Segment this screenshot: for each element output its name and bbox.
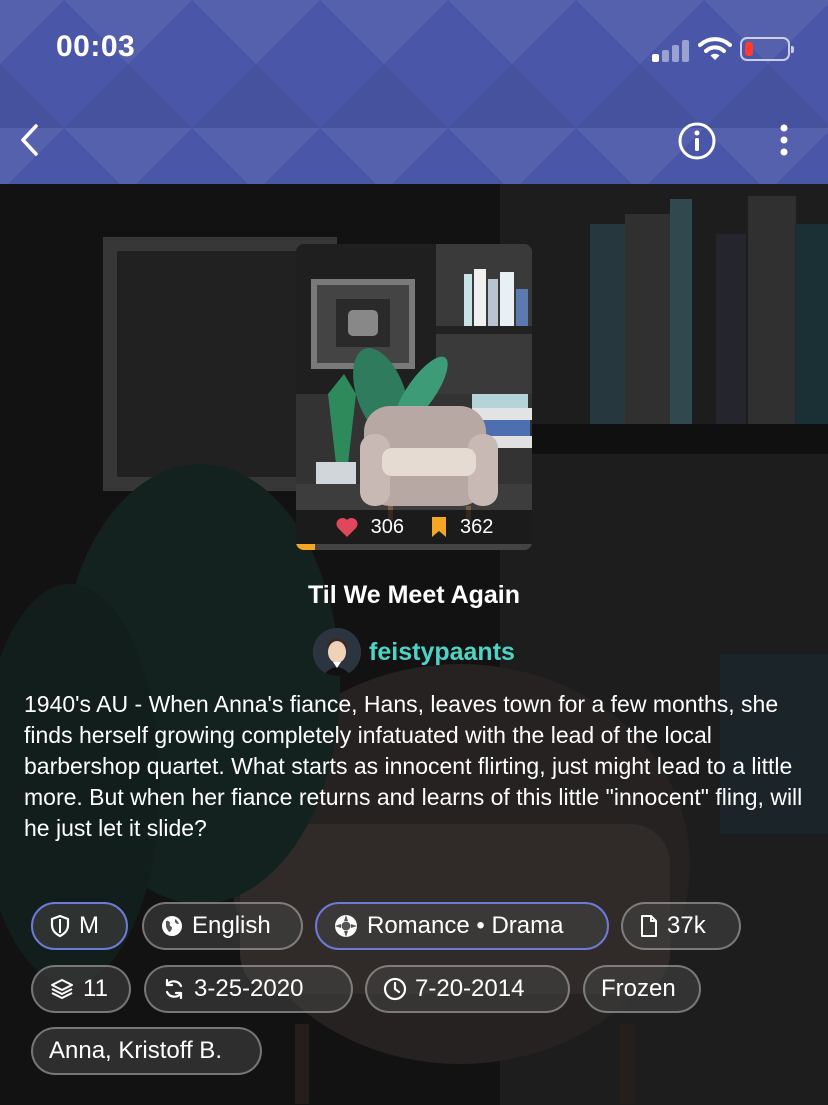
cover-stats: 306 362 <box>296 510 532 544</box>
app-header: 00:03 <box>0 0 828 184</box>
like-count: 306 <box>370 515 404 538</box>
battery-icon <box>740 37 794 61</box>
wifi-icon <box>698 36 732 67</box>
shield-icon <box>50 914 70 938</box>
author-name: feistypaants <box>369 637 515 666</box>
genre-icon <box>335 915 357 937</box>
info-circle-icon <box>678 122 716 160</box>
tag-label: M <box>79 912 99 939</box>
tag-chapters[interactable]: 11 <box>31 965 131 1013</box>
tag-label: Romance • Drama <box>367 912 564 939</box>
tag-label: Frozen <box>601 975 676 1002</box>
tag-rating[interactable]: M <box>31 902 128 950</box>
vertical-ellipsis-icon <box>780 124 788 156</box>
tag-label: 3-25-2020 <box>194 975 304 1002</box>
author-link[interactable]: feistypaants <box>0 628 828 676</box>
tag-language[interactable]: English <box>142 902 303 950</box>
layers-icon <box>51 979 73 999</box>
globe-icon <box>162 916 182 936</box>
avatar <box>313 628 362 676</box>
reading-progress-fill <box>296 544 315 550</box>
tag-word-count[interactable]: 37k <box>621 902 741 950</box>
tag-genres[interactable]: Romance • Drama <box>315 902 609 950</box>
tag-characters[interactable]: Anna, Kristoff B. <box>31 1027 262 1075</box>
heart-icon <box>336 517 358 537</box>
tag-published-date[interactable]: 7-20-2014 <box>365 965 570 1013</box>
tag-updated-date[interactable]: 3-25-2020 <box>144 965 353 1013</box>
story-cover[interactable]: 306 362 <box>296 244 532 550</box>
cover-illustration <box>296 244 532 550</box>
reading-progress-bar <box>296 544 532 550</box>
signal-icon <box>652 38 692 62</box>
story-description: 1940's AU - When Anna's fiance, Hans, le… <box>24 691 803 841</box>
refresh-icon <box>165 978 183 1000</box>
story-title: Til We Meet Again <box>307 581 521 609</box>
info-button[interactable] <box>676 120 718 162</box>
clock-icon <box>383 977 407 1001</box>
chevron-left-icon <box>21 124 38 156</box>
bookmark-count: 362 <box>460 515 494 538</box>
bookmark-icon <box>432 517 446 537</box>
tag-label: 37k <box>667 912 706 939</box>
document-icon <box>641 915 657 937</box>
more-options-button[interactable] <box>770 120 798 162</box>
tag-label: English <box>192 912 271 939</box>
back-button[interactable] <box>14 118 50 162</box>
tag-label: 11 <box>83 975 108 1002</box>
status-time: 00:03 <box>56 30 136 63</box>
tag-label: Anna, Kristoff B. <box>49 1037 222 1064</box>
tag-label: 7-20-2014 <box>415 975 525 1002</box>
tag-fandom[interactable]: Frozen <box>583 965 701 1013</box>
